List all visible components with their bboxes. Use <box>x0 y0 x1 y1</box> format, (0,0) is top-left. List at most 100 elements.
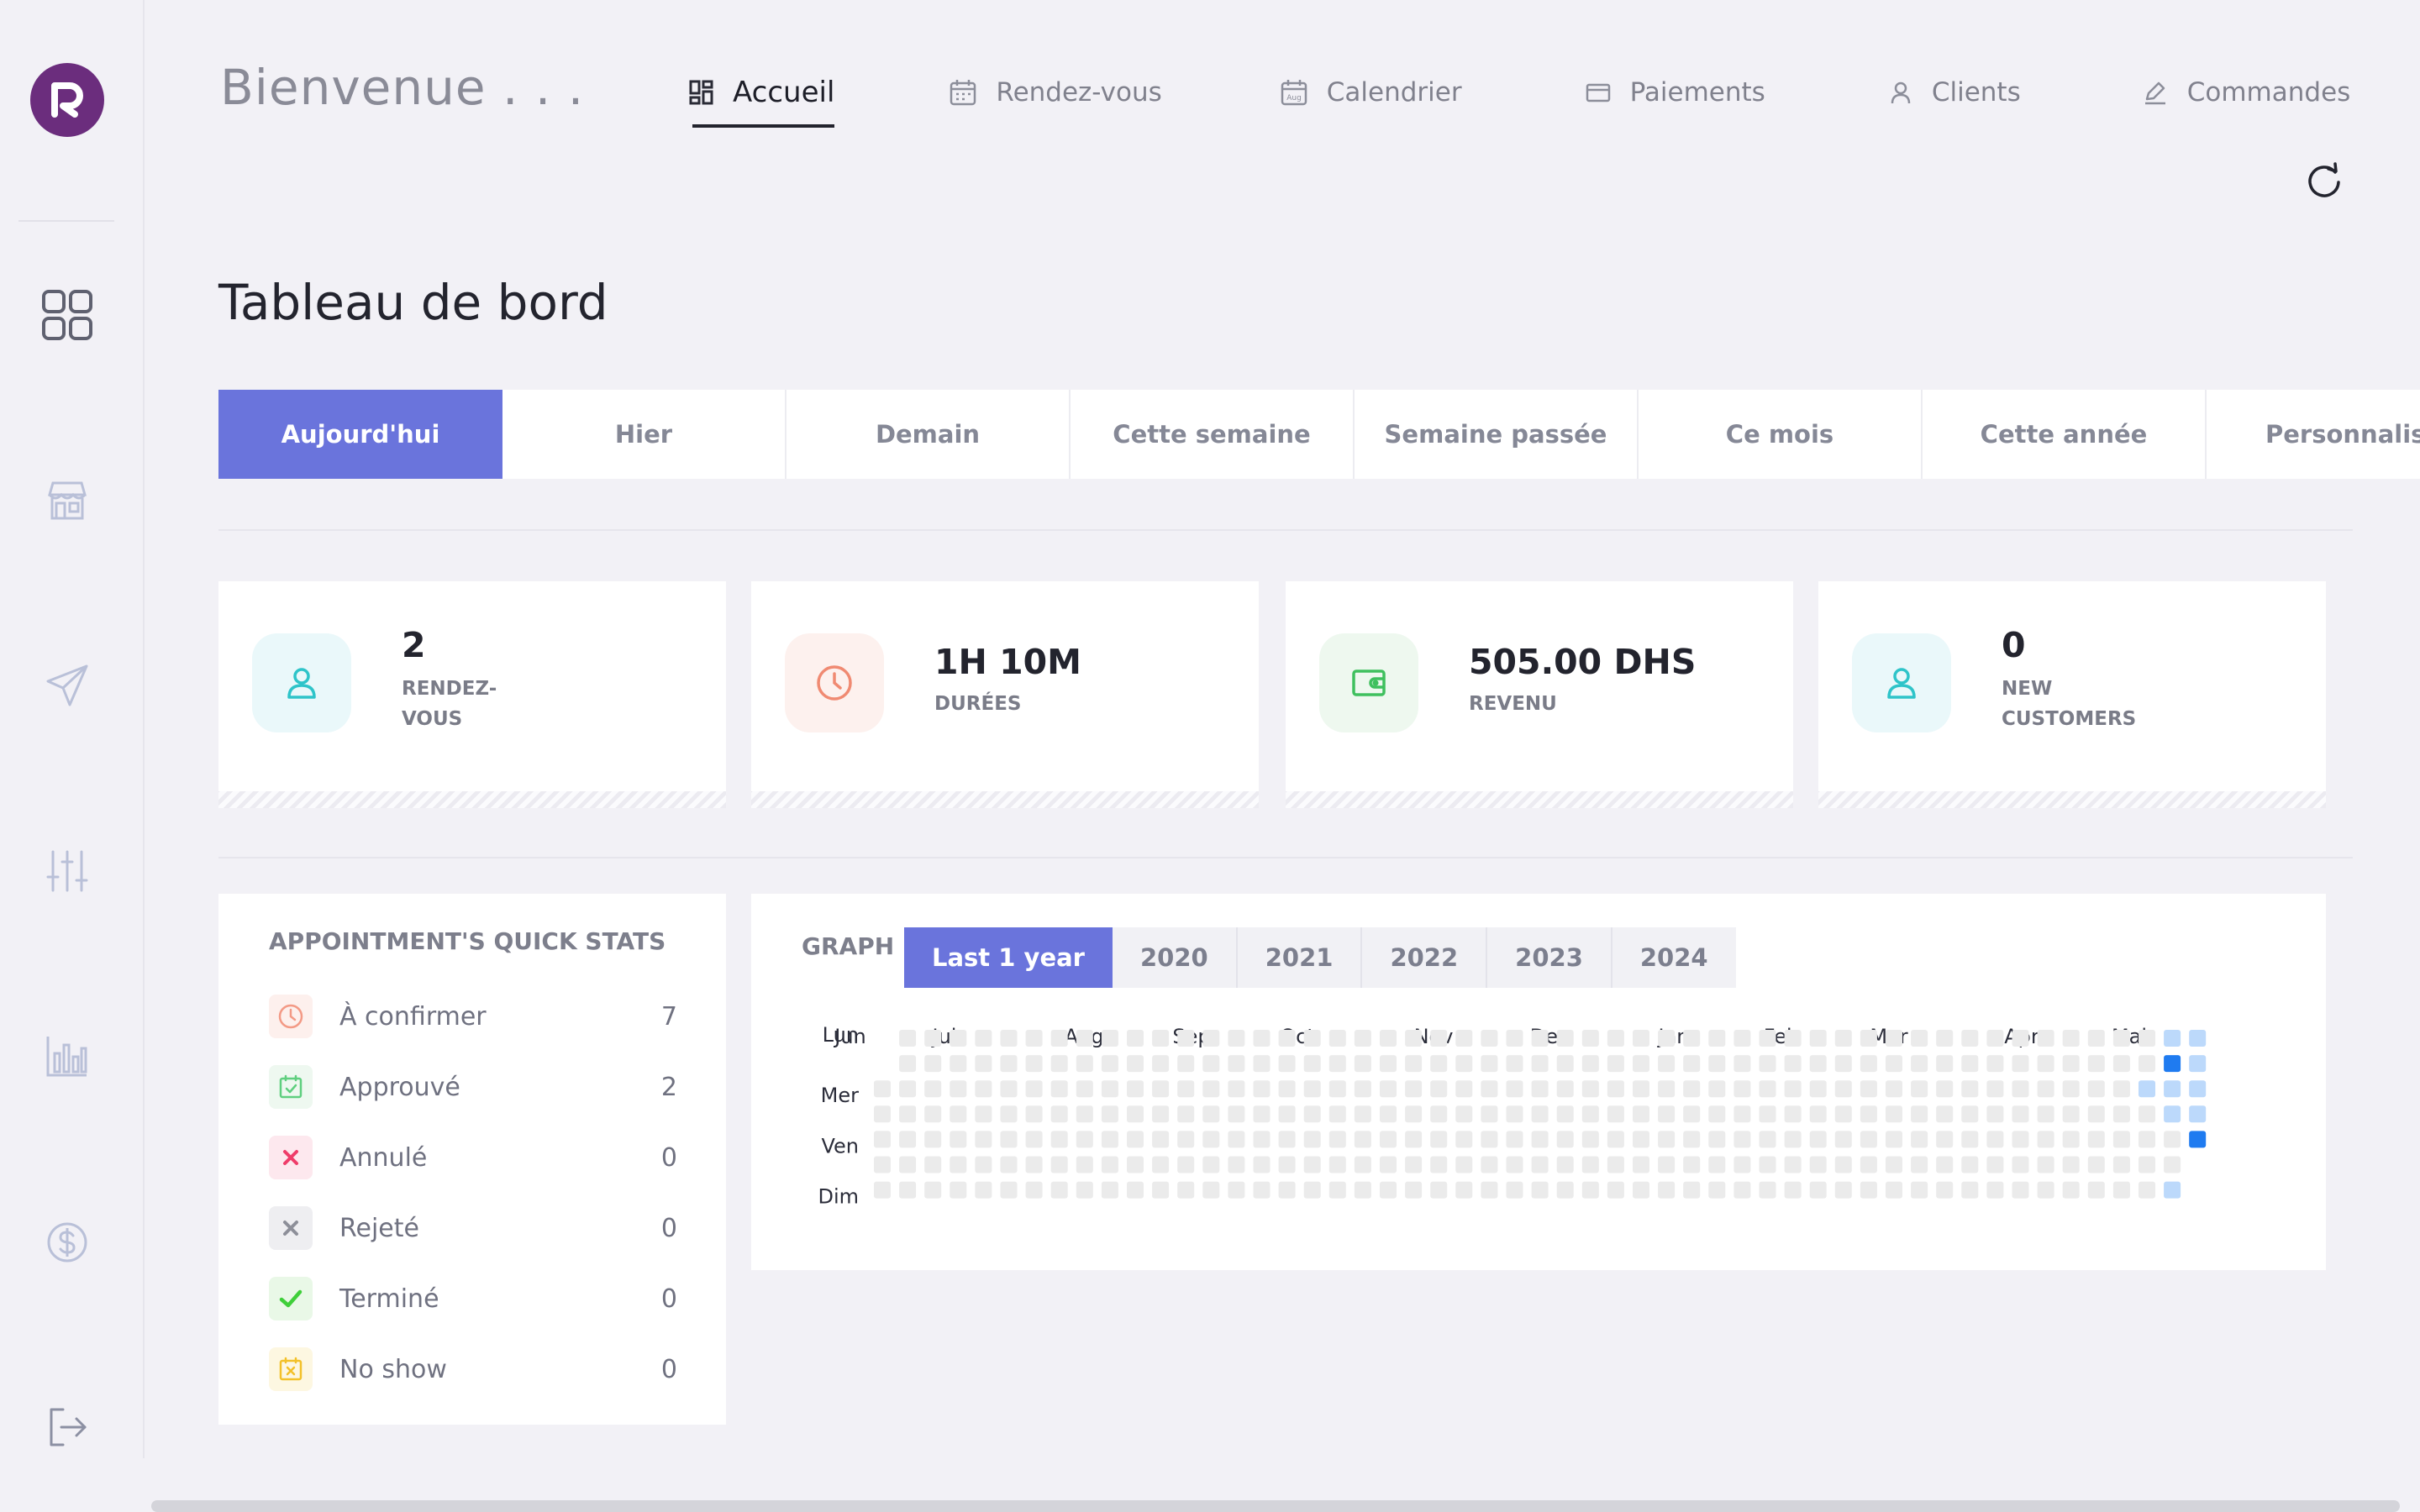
heatmap-cell[interactable] <box>1328 1181 1346 1199</box>
heatmap-cell[interactable] <box>1050 1181 1068 1199</box>
heatmap-cell[interactable] <box>1936 1131 1954 1148</box>
heatmap-cell[interactable] <box>1633 1055 1649 1073</box>
heatmap-cell[interactable] <box>2012 1131 2029 1148</box>
heatmap-cell[interactable] <box>1405 1105 1423 1123</box>
heatmap-cell[interactable] <box>1633 1156 1649 1173</box>
heatmap-cell[interactable] <box>1911 1080 1928 1098</box>
heatmap-cell[interactable] <box>899 1030 917 1047</box>
heatmap-cell[interactable] <box>1531 1030 1549 1047</box>
send-icon[interactable] <box>34 652 101 719</box>
heatmap-cell[interactable] <box>1025 1080 1043 1098</box>
heatmap-cell[interactable] <box>1531 1156 1549 1173</box>
heatmap-cell[interactable] <box>2087 1181 2105 1199</box>
heatmap-cell[interactable] <box>1050 1030 1068 1047</box>
heatmap-cell[interactable] <box>1633 1181 1649 1199</box>
heatmap-cell[interactable] <box>2012 1181 2029 1199</box>
heatmap-cell[interactable] <box>2164 1105 2181 1123</box>
heatmap-cell[interactable] <box>899 1181 917 1199</box>
heatmap-cell[interactable] <box>1202 1156 1220 1173</box>
heatmap-cell[interactable] <box>2087 1055 2105 1073</box>
heatmap-cell[interactable] <box>1658 1055 1676 1073</box>
heatmap-cell[interactable] <box>1177 1105 1195 1123</box>
heatmap-cell[interactable] <box>1986 1030 2004 1047</box>
heatmap-cell[interactable] <box>1127 1181 1144 1199</box>
heatmap-cell[interactable] <box>1506 1055 1523 1073</box>
heatmap-cell[interactable] <box>1328 1105 1346 1123</box>
heatmap-cell[interactable] <box>1177 1181 1195 1199</box>
heatmap-cell[interactable] <box>1152 1105 1170 1123</box>
heatmap-cell[interactable] <box>1228 1055 1245 1073</box>
heatmap-cell[interactable] <box>1328 1030 1346 1047</box>
heatmap-cell[interactable] <box>1531 1080 1549 1098</box>
heatmap-cell[interactable] <box>2189 1055 2207 1073</box>
heatmap-cell[interactable] <box>1860 1080 1877 1098</box>
heatmap-cell[interactable] <box>1961 1080 1979 1098</box>
heatmap-cell[interactable] <box>1658 1105 1676 1123</box>
heatmap-cell[interactable] <box>2087 1156 2105 1173</box>
heatmap-cell[interactable] <box>1481 1156 1498 1173</box>
heatmap-cell[interactable] <box>1380 1156 1397 1173</box>
heatmap-cell[interactable] <box>950 1181 967 1199</box>
heatmap-cell[interactable] <box>1303 1156 1321 1173</box>
heatmap-cell[interactable] <box>1607 1131 1624 1148</box>
heatmap-cell[interactable] <box>1025 1156 1043 1173</box>
heatmap-cell[interactable] <box>2189 1105 2207 1123</box>
heatmap-cell[interactable] <box>1834 1080 1852 1098</box>
heatmap-cell[interactable] <box>1961 1105 1979 1123</box>
heatmap-cell[interactable] <box>2164 1055 2181 1073</box>
heatmap-cell[interactable] <box>1380 1055 1397 1073</box>
heatmap-cell[interactable] <box>1228 1181 1245 1199</box>
heatmap-cell[interactable] <box>1025 1131 1043 1148</box>
heatmap-cell[interactable] <box>1911 1156 1928 1173</box>
sliders-icon[interactable] <box>34 837 101 905</box>
heatmap-cell[interactable] <box>1886 1080 1902 1098</box>
heatmap-cell[interactable] <box>1278 1156 1296 1173</box>
heatmap-cell[interactable] <box>1253 1131 1270 1148</box>
heatmap-cell[interactable] <box>2012 1030 2029 1047</box>
heatmap-cell[interactable] <box>1581 1156 1599 1173</box>
heatmap-cell[interactable] <box>1860 1055 1877 1073</box>
heatmap-cell[interactable] <box>2112 1105 2130 1123</box>
heatmap-cell[interactable] <box>1936 1055 1954 1073</box>
heatmap-cell[interactable] <box>1328 1080 1346 1098</box>
heatmap-cell[interactable] <box>1354 1105 1371 1123</box>
heatmap-cell[interactable] <box>2139 1080 2155 1098</box>
heatmap-cell[interactable] <box>1177 1055 1195 1073</box>
heatmap-cell[interactable] <box>2139 1156 2155 1173</box>
logout-icon[interactable] <box>34 1394 101 1461</box>
heatmap-cell[interactable] <box>1430 1105 1448 1123</box>
heatmap-cell[interactable] <box>1809 1131 1827 1148</box>
heatmap-cell[interactable] <box>1152 1030 1170 1047</box>
heatmap-cell[interactable] <box>1101 1181 1118 1199</box>
heatmap-cell[interactable] <box>1455 1055 1473 1073</box>
heatmap-cell[interactable] <box>1506 1105 1523 1123</box>
heatmap-cell[interactable] <box>2062 1131 2080 1148</box>
heatmap-cell[interactable] <box>975 1030 992 1047</box>
heatmap-cell[interactable] <box>2139 1131 2155 1148</box>
heatmap-cell[interactable] <box>1278 1105 1296 1123</box>
heatmap-cell[interactable] <box>1430 1030 1448 1047</box>
heatmap-cell[interactable] <box>1025 1105 1043 1123</box>
heatmap-cell[interactable] <box>1556 1080 1574 1098</box>
heatmap-cell[interactable] <box>1025 1030 1043 1047</box>
heatmap-cell[interactable] <box>2062 1055 2080 1073</box>
heatmap-cell[interactable] <box>1784 1030 1802 1047</box>
heatmap-cell[interactable] <box>2139 1181 2155 1199</box>
heatmap-cell[interactable] <box>1733 1131 1751 1148</box>
heatmap-cell[interactable] <box>1936 1105 1954 1123</box>
heatmap-cell[interactable] <box>950 1055 967 1073</box>
heatmap-cell[interactable] <box>2037 1181 2054 1199</box>
heatmap-cell[interactable] <box>1683 1055 1701 1073</box>
nav-accueil[interactable]: Accueil <box>689 66 835 128</box>
heatmap-cell[interactable] <box>1278 1131 1296 1148</box>
heatmap-cell[interactable] <box>1405 1131 1423 1148</box>
nav-clients[interactable]: Clients <box>1888 66 2021 119</box>
heatmap-cell[interactable] <box>1633 1105 1649 1123</box>
heatmap-cell[interactable] <box>1380 1105 1397 1123</box>
heatmap-cell[interactable] <box>1405 1080 1423 1098</box>
heatmap-cell[interactable] <box>1354 1156 1371 1173</box>
heatmap-cell[interactable] <box>899 1080 917 1098</box>
heatmap-cell[interactable] <box>1633 1080 1649 1098</box>
heatmap-cell[interactable] <box>1025 1055 1043 1073</box>
heatmap-cell[interactable] <box>1708 1055 1726 1073</box>
